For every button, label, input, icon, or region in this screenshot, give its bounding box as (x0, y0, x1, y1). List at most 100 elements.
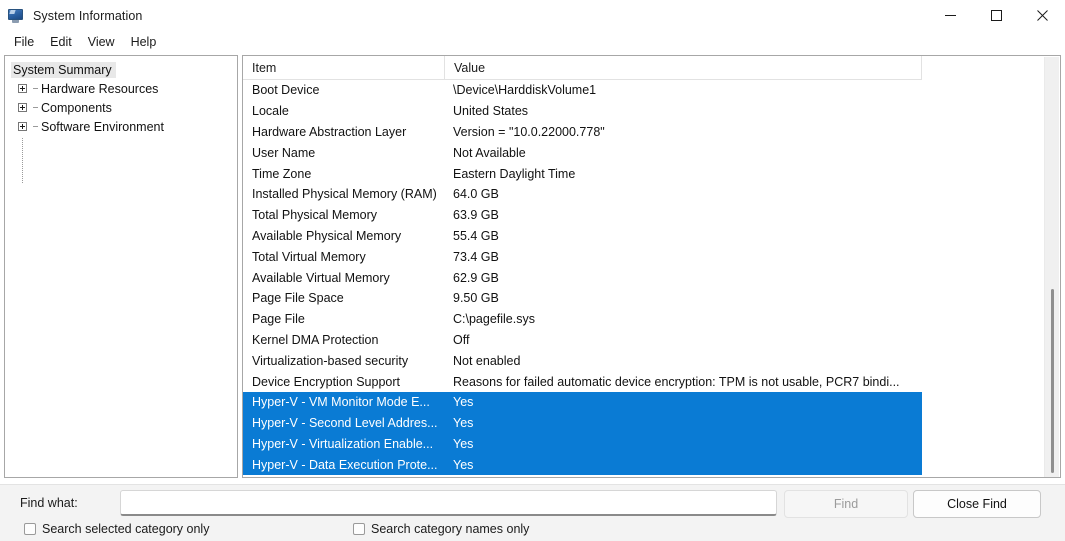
cell-item: Hyper-V - Second Level Addres... (252, 416, 438, 431)
vertical-scrollbar[interactable] (1044, 57, 1059, 477)
table-row[interactable]: Boot Device \Device\HarddiskVolume1 (243, 80, 922, 101)
menu-help[interactable]: Help (123, 33, 165, 51)
cell-value: 9.50 GB (453, 291, 499, 306)
tree-item-hardware-resources[interactable]: Hardware Resources (5, 79, 237, 98)
cell-value: Reasons for failed automatic device encr… (453, 374, 900, 389)
maximize-icon (990, 10, 1002, 21)
table-row[interactable]: Total Physical Memory 63.9 GB (243, 205, 922, 226)
table-row[interactable]: Installed Physical Memory (RAM) 64.0 GB (243, 184, 922, 205)
cell-item: Available Physical Memory (252, 228, 402, 243)
cell-value: 73.4 GB (453, 249, 499, 264)
find-input[interactable] (120, 490, 777, 516)
cell-value: 55.4 GB (453, 228, 499, 243)
cell-item: Page File (252, 312, 305, 327)
table-row[interactable]: Device Encryption Support Reasons for fai… (243, 371, 922, 392)
cell-value: Not enabled (453, 353, 521, 368)
find-what-label: Find what: (20, 496, 78, 510)
scrollbar-thumb[interactable] (1051, 289, 1054, 473)
title-bar: System Information (0, 0, 1065, 31)
cell-item: Page File Space (252, 291, 344, 306)
tree-item-label: Components (41, 100, 112, 115)
cell-item: Installed Physical Memory (RAM) (252, 187, 437, 202)
menu-file[interactable]: File (6, 33, 42, 51)
cell-value: 64.0 GB (453, 187, 499, 202)
monitor-icon (8, 8, 24, 24)
table-row[interactable]: Page File C:\pagefile.sys (243, 309, 922, 330)
tree-connector-dash (33, 126, 38, 127)
cell-value: Yes (453, 436, 474, 451)
checkbox-label: Search category names only (371, 522, 530, 536)
table-row[interactable]: Page File Space 9.50 GB (243, 288, 922, 309)
close-find-button[interactable]: Close Find (913, 490, 1041, 518)
expand-plus-icon[interactable] (18, 84, 27, 93)
expand-plus-icon[interactable] (18, 103, 27, 112)
table-row[interactable]: Hyper-V - VM Monitor Mode E... Yes (243, 391, 922, 413)
cell-item: Boot Device (252, 83, 320, 98)
menu-edit[interactable]: Edit (42, 33, 80, 51)
cell-item: Hyper-V - Virtualization Enable... (252, 436, 434, 451)
list-column-header: Item Value (243, 56, 922, 80)
expand-plus-icon[interactable] (18, 122, 27, 131)
tree-connector-line (22, 138, 23, 183)
cell-item: User Name (252, 145, 316, 160)
category-tree-panel: System Summary Hardware Resources Compon… (4, 55, 238, 478)
cell-value: Yes (453, 416, 474, 431)
cell-value: United States (453, 104, 529, 119)
cell-item: Device Encryption Support (252, 374, 400, 389)
table-row[interactable]: Hyper-V - Data Execution Prote... Yes (243, 454, 922, 476)
tree-connector-dash (33, 88, 38, 89)
minimize-button[interactable] (927, 0, 973, 31)
tree-item-software-environment[interactable]: Software Environment (5, 117, 237, 136)
list-rows-container[interactable]: Boot Device \Device\HarddiskVolume1 Locale… (243, 80, 1060, 477)
details-list-panel: Item Value Boot Device \Device\HarddiskVo… (242, 55, 1061, 478)
cell-value: Off (453, 332, 470, 347)
cell-item: Total Physical Memory (252, 208, 378, 223)
maximize-button[interactable] (973, 0, 1019, 31)
cell-item: Hyper-V - VM Monitor Mode E... (252, 395, 430, 410)
column-header-value[interactable]: Value (444, 56, 921, 80)
table-row[interactable]: Time Zone Eastern Daylight Time (243, 163, 922, 184)
menu-bar: File Edit View Help (0, 31, 1065, 53)
checkbox-icon[interactable] (24, 523, 36, 535)
table-row[interactable]: Virtualization-based security Not enabled (243, 350, 922, 371)
table-row[interactable]: Total Virtual Memory 73.4 GB (243, 246, 922, 267)
tree-item-system-summary[interactable]: System Summary (5, 60, 237, 79)
close-button[interactable] (1019, 0, 1065, 31)
window-title: System Information (33, 8, 143, 23)
search-selected-category-checkbox-row[interactable]: Search selected category only (24, 522, 209, 536)
tree-item-label: System Summary (11, 61, 116, 78)
checkbox-icon[interactable] (353, 523, 365, 535)
cell-item: Kernel DMA Protection (252, 332, 379, 347)
cell-value: Not Available (453, 145, 526, 160)
table-row[interactable]: Hyper-V - Virtualization Enable... Yes (243, 433, 922, 455)
cell-item: Locale (252, 104, 289, 119)
table-row[interactable]: Kernel DMA Protection Off (243, 330, 922, 351)
table-row[interactable]: Locale United States (243, 101, 922, 122)
table-row[interactable]: Available Physical Memory 55.4 GB (243, 226, 922, 247)
cell-value: Yes (453, 457, 474, 472)
cell-item: Virtualization-based security (252, 353, 409, 368)
cell-value: C:\pagefile.sys (453, 312, 535, 327)
column-header-item[interactable]: Item (243, 56, 444, 80)
cell-value: Yes (453, 395, 474, 410)
cell-value: Eastern Daylight Time (453, 166, 576, 181)
table-row[interactable]: Hyper-V - Second Level Addres... Yes (243, 412, 922, 434)
find-button[interactable]: Find (784, 490, 908, 518)
table-row[interactable]: User Name Not Available (243, 142, 922, 163)
tree-item-components[interactable]: Components (5, 98, 237, 117)
cell-item: Total Virtual Memory (252, 249, 366, 264)
cell-item: Hyper-V - Data Execution Prote... (252, 457, 438, 472)
minimize-icon (944, 15, 956, 16)
cell-item: Hardware Abstraction Layer (252, 124, 407, 139)
tree-connector-dash (33, 107, 38, 108)
cell-item: Available Virtual Memory (252, 270, 390, 285)
cell-item: Time Zone (252, 166, 312, 181)
checkbox-label: Search selected category only (42, 522, 210, 536)
table-row[interactable]: Available Virtual Memory 62.9 GB (243, 267, 922, 288)
cell-value: 62.9 GB (453, 270, 499, 285)
table-row[interactable]: Hardware Abstraction Layer Version = "10.… (243, 122, 922, 143)
search-category-names-checkbox-row[interactable]: Search category names only (353, 522, 529, 536)
cell-value: 63.9 GB (453, 208, 499, 223)
tree-item-label: Software Environment (41, 119, 164, 134)
menu-view[interactable]: View (80, 33, 123, 51)
